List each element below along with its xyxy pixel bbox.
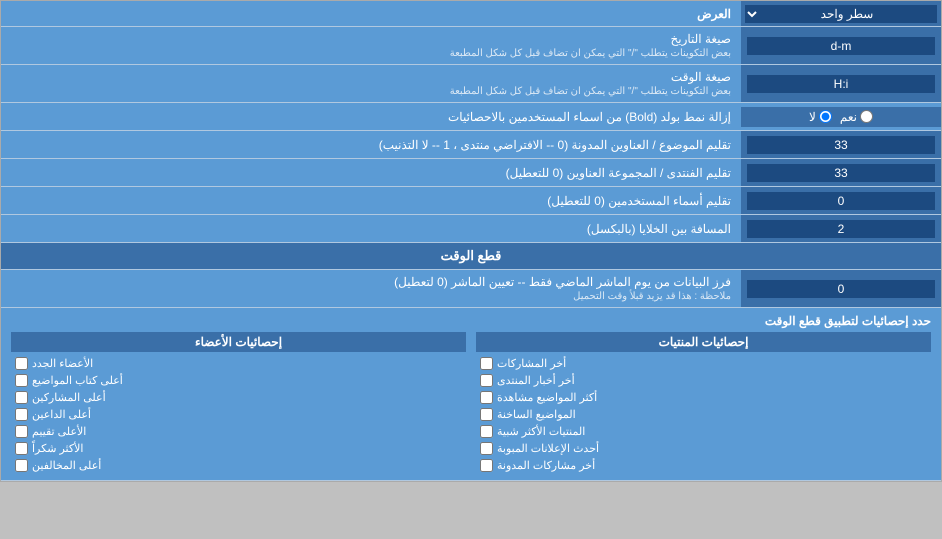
users-limit-row: تقليم أسماء المستخدمين (0 للتعطيل) bbox=[1, 187, 941, 215]
stats-checkbox[interactable] bbox=[480, 357, 493, 370]
stats-item-label: المواضيع الساخنة bbox=[497, 408, 576, 421]
date-format-input-container[interactable] bbox=[741, 27, 941, 64]
stats-item-label: الأعضاء الجدد bbox=[32, 357, 93, 370]
list-item: أخر أخبار المنتدى bbox=[476, 372, 931, 389]
single-row-select-container[interactable]: سطر واحد bbox=[741, 1, 941, 26]
list-item: أكثر المواضيع مشاهدة bbox=[476, 389, 931, 406]
time-cut-row: فرز البيانات من يوم الماشر الماضي فقط --… bbox=[1, 270, 941, 308]
stats-checkbox[interactable] bbox=[15, 374, 28, 387]
topics-limit-input[interactable] bbox=[747, 136, 935, 154]
time-format-row: صيغة الوقت بعض التكوينات يتطلب "/" التي … bbox=[1, 65, 941, 103]
stats-checkbox[interactable] bbox=[15, 408, 28, 421]
date-format-input[interactable] bbox=[747, 37, 935, 55]
stats-checkbox[interactable] bbox=[480, 374, 493, 387]
list-item: المواضيع الساخنة bbox=[476, 406, 931, 423]
time-format-input[interactable] bbox=[747, 75, 935, 93]
stats-item-label: أكثر المواضيع مشاهدة bbox=[497, 391, 597, 404]
date-format-row: صيغة التاريخ بعض التكوينات يتطلب "/" الت… bbox=[1, 27, 941, 65]
bold-remove-label: إزالة نمط بولد (Bold) من اسماء المستخدمي… bbox=[1, 105, 741, 129]
stats-item-label: أخر مشاركات المدونة bbox=[497, 459, 595, 472]
stats-item-label: أعلى الداعين bbox=[32, 408, 91, 421]
stats-members-header: إحصائيات الأعضاء bbox=[11, 332, 466, 352]
stats-item-label: الأكثر شكراً bbox=[32, 442, 83, 455]
users-limit-input[interactable] bbox=[747, 192, 935, 210]
bold-remove-radio-group[interactable]: نعم لا bbox=[741, 107, 941, 127]
stats-section: حدد إحصائيات لتطبيق قطع الوقت إحصائيات ا… bbox=[1, 308, 941, 481]
main-container: العرض سطر واحد صيغة التاريخ بعض التكوينا… bbox=[0, 0, 942, 482]
header-label: العرض bbox=[1, 1, 741, 26]
forum-limit-row: تقليم الفنتدى / المجموعة العناوين (0 للت… bbox=[1, 159, 941, 187]
forum-limit-input-container[interactable] bbox=[741, 159, 941, 186]
list-item: الأعضاء الجدد bbox=[11, 355, 466, 372]
stats-checkbox[interactable] bbox=[15, 459, 28, 472]
date-format-label: صيغة التاريخ بعض التكوينات يتطلب "/" الت… bbox=[1, 27, 741, 64]
stats-item-label: المنتيات الأكثر شبية bbox=[497, 425, 585, 438]
stats-item-label: أعلى المخالفين bbox=[32, 459, 101, 472]
users-limit-label: تقليم أسماء المستخدمين (0 للتعطيل) bbox=[1, 187, 741, 214]
bold-remove-no-label[interactable]: لا bbox=[809, 110, 832, 124]
time-cut-input[interactable] bbox=[747, 280, 935, 298]
time-format-input-container[interactable] bbox=[741, 65, 941, 102]
users-limit-input-container[interactable] bbox=[741, 187, 941, 214]
topics-limit-label: تقليم الموضوع / العناوين المدونة (0 -- ا… bbox=[1, 131, 741, 158]
top-header-row: العرض سطر واحد bbox=[1, 1, 941, 27]
list-item: الأعلى تقييم bbox=[11, 423, 466, 440]
time-cut-label: فرز البيانات من يوم الماشر الماضي فقط --… bbox=[1, 270, 741, 307]
list-item: أخر المشاركات bbox=[476, 355, 931, 372]
list-item: أعلى الداعين bbox=[11, 406, 466, 423]
stats-checkbox[interactable] bbox=[480, 408, 493, 421]
stats-checkbox[interactable] bbox=[480, 442, 493, 455]
time-cut-input-container[interactable] bbox=[741, 270, 941, 307]
forum-limit-label: تقليم الفنتدى / المجموعة العناوين (0 للت… bbox=[1, 159, 741, 186]
stats-apply-label: حدد إحصائيات لتطبيق قطع الوقت bbox=[11, 314, 931, 328]
bold-remove-no-radio[interactable] bbox=[819, 110, 832, 123]
stats-checkbox[interactable] bbox=[15, 391, 28, 404]
stats-checkbox[interactable] bbox=[15, 357, 28, 370]
bold-remove-yes-label[interactable]: نعم bbox=[840, 110, 873, 124]
stats-checkbox[interactable] bbox=[480, 425, 493, 438]
stats-item-label: أحدث الإعلانات المبوبة bbox=[497, 442, 599, 455]
stats-members-col: إحصائيات الأعضاء الأعضاء الجدد أعلى كتاب … bbox=[11, 332, 466, 474]
forum-limit-input[interactable] bbox=[747, 164, 935, 182]
stats-checkbox[interactable] bbox=[15, 425, 28, 438]
bold-remove-row: إزالة نمط بولد (Bold) من اسماء المستخدمي… bbox=[1, 103, 941, 131]
stats-posts-header: إحصائيات المنتيات bbox=[476, 332, 931, 352]
list-item: المنتيات الأكثر شبية bbox=[476, 423, 931, 440]
stats-checkbox[interactable] bbox=[15, 442, 28, 455]
stats-item-label: أعلى كتاب المواضيع bbox=[32, 374, 123, 387]
stats-item-label: أعلى المشاركين bbox=[32, 391, 106, 404]
list-item: أعلى المخالفين bbox=[11, 457, 466, 474]
bold-remove-yes-radio[interactable] bbox=[860, 110, 873, 123]
stats-item-label: أخر أخبار المنتدى bbox=[497, 374, 575, 387]
list-item: أعلى المشاركين bbox=[11, 389, 466, 406]
stats-posts-col: إحصائيات المنتيات أخر المشاركات أخر أخبار… bbox=[476, 332, 931, 474]
stats-item-label: أخر المشاركات bbox=[497, 357, 566, 370]
topics-limit-input-container[interactable] bbox=[741, 131, 941, 158]
list-item: أحدث الإعلانات المبوبة bbox=[476, 440, 931, 457]
stats-checkbox[interactable] bbox=[480, 459, 493, 472]
cells-space-input[interactable] bbox=[747, 220, 935, 238]
stats-item-label: الأعلى تقييم bbox=[32, 425, 86, 438]
cells-space-label: المسافة بين الخلايا (بالبكسل) bbox=[1, 215, 741, 242]
time-cut-header: قطع الوقت bbox=[1, 243, 941, 270]
list-item: أعلى كتاب المواضيع bbox=[11, 372, 466, 389]
stats-grid: إحصائيات الأعضاء الأعضاء الجدد أعلى كتاب … bbox=[11, 332, 931, 474]
list-item: أخر مشاركات المدونة bbox=[476, 457, 931, 474]
cells-space-input-container[interactable] bbox=[741, 215, 941, 242]
time-format-label: صيغة الوقت بعض التكوينات يتطلب "/" التي … bbox=[1, 65, 741, 102]
topics-limit-row: تقليم الموضوع / العناوين المدونة (0 -- ا… bbox=[1, 131, 941, 159]
list-item: الأكثر شكراً bbox=[11, 440, 466, 457]
single-row-select[interactable]: سطر واحد bbox=[745, 5, 937, 23]
cells-space-row: المسافة بين الخلايا (بالبكسل) bbox=[1, 215, 941, 243]
stats-checkbox[interactable] bbox=[480, 391, 493, 404]
